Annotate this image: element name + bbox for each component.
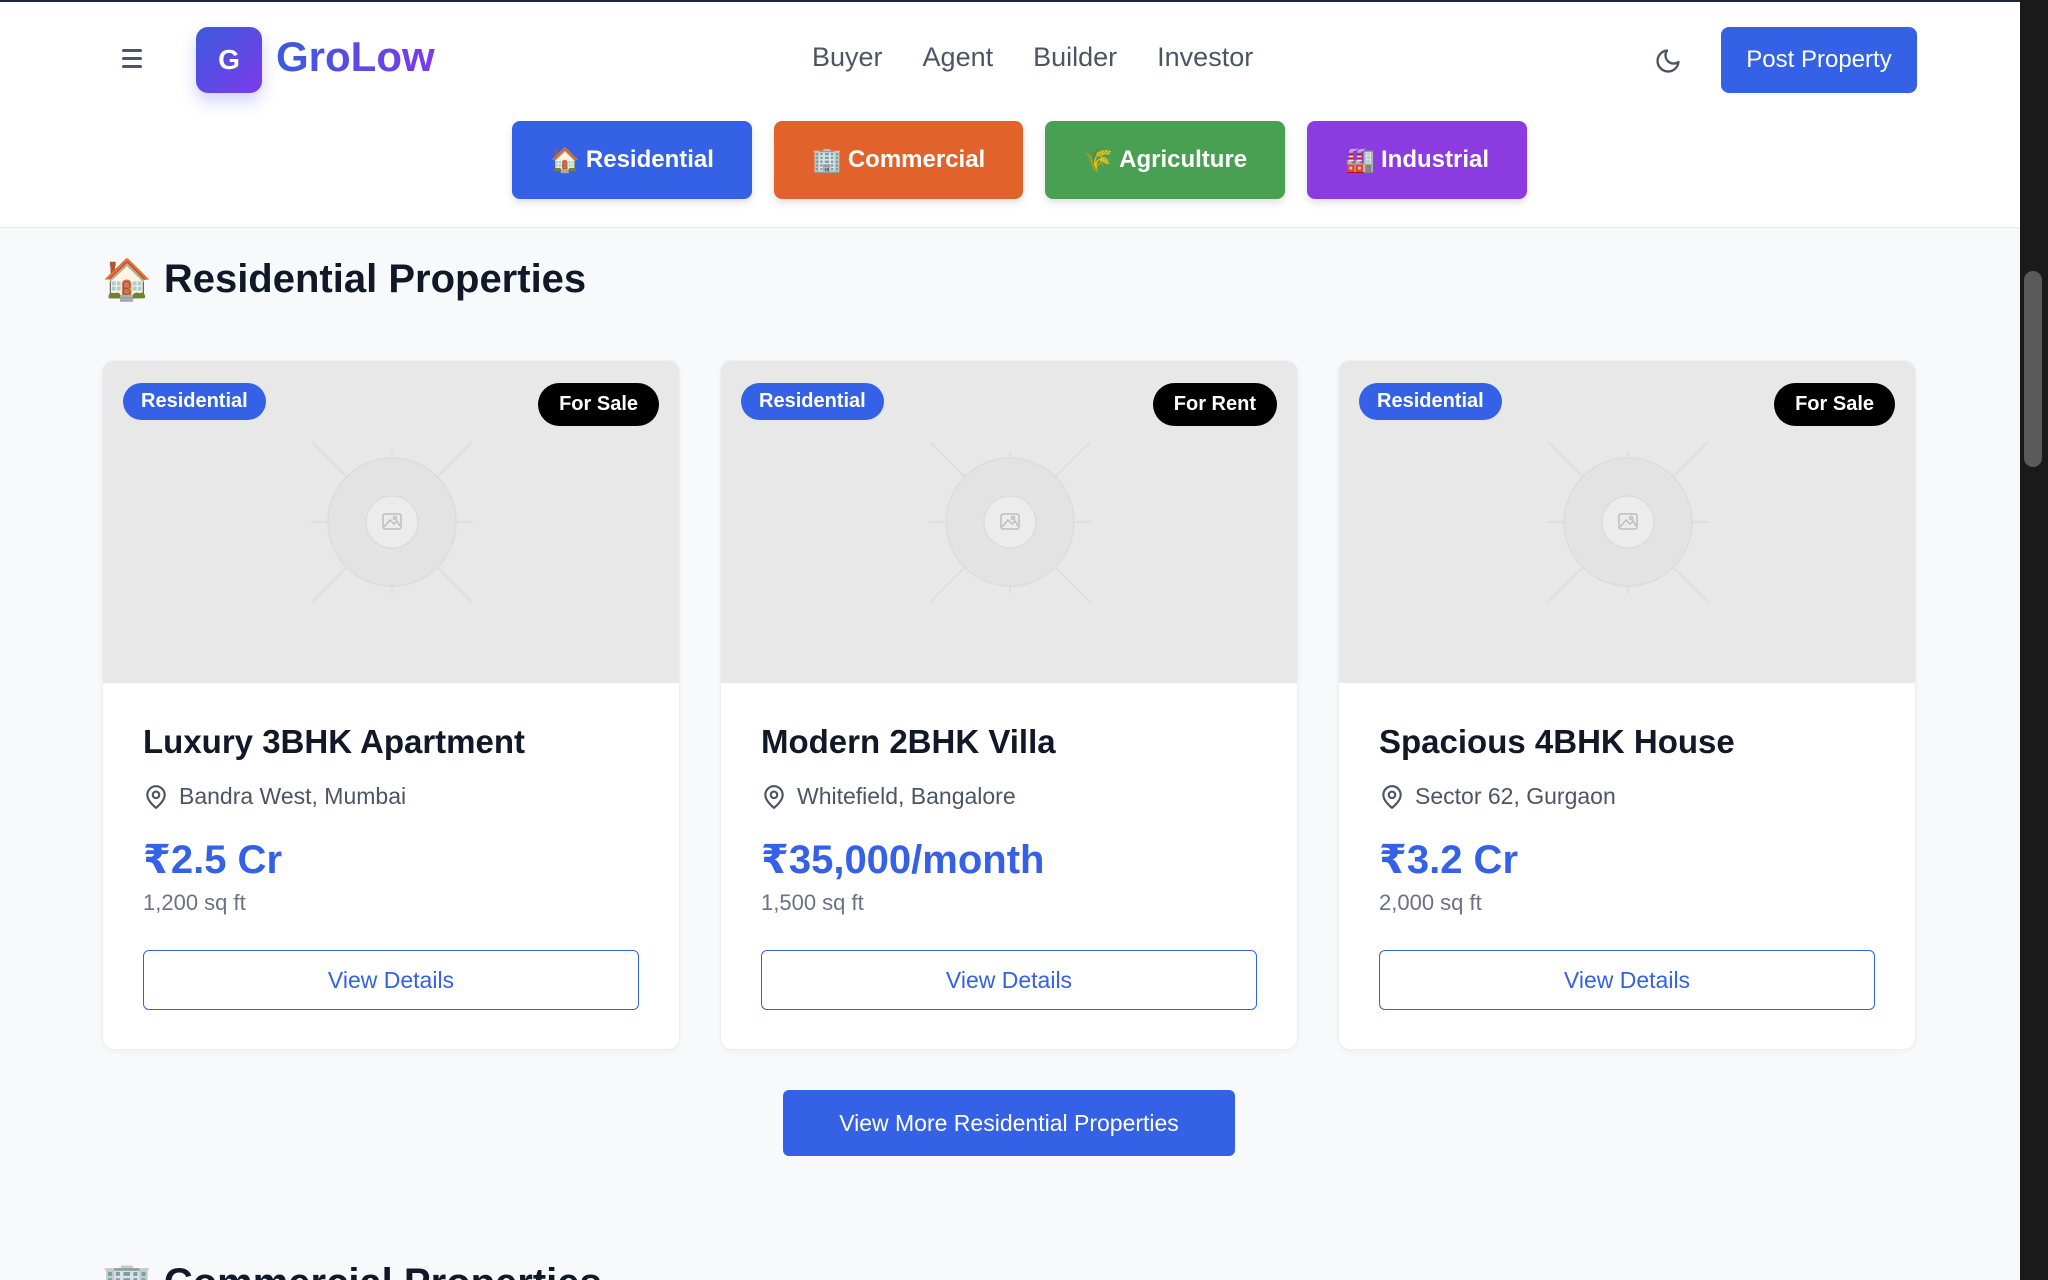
map-pin-icon <box>146 784 166 809</box>
category-label: Industrial <box>1381 146 1490 173</box>
property-title: Spacious 4BHK House <box>1379 723 1735 760</box>
property-image-placeholder: Residential For Rent <box>721 361 1297 683</box>
factory-icon: 🏭 <box>1345 146 1376 174</box>
category-label: Agriculture <box>1119 146 1248 173</box>
brand-name[interactable]: GroLow <box>276 33 435 81</box>
location-text: Whitefield, Bangalore <box>797 783 1016 809</box>
category-residential-button[interactable]: 🏠 Residential <box>512 121 752 199</box>
dark-mode-moon-icon[interactable] <box>1654 47 1682 75</box>
property-location: Sector 62, Gurgaon <box>1379 783 1875 810</box>
property-area: 1,200 sq ft <box>143 890 246 915</box>
property-card-list: Residential For Sale Luxury 3BHK Apartme… <box>102 360 1916 1050</box>
next-section-title: 🏢 Commercial Properties <box>102 1260 602 1280</box>
wheat-icon: 🌾 <box>1083 146 1114 174</box>
office-building-icon: 🏢 <box>811 146 842 174</box>
location-text: Bandra West, Mumbai <box>179 783 407 809</box>
property-area: 1,500 sq ft <box>761 890 864 915</box>
section-title: 🏠 Residential Properties <box>102 256 586 303</box>
listing-status-badge: For Sale <box>538 383 659 426</box>
post-property-button[interactable]: Post Property <box>1721 27 1917 93</box>
window-top-border <box>0 0 2020 2</box>
property-type-badge: Residential <box>123 383 266 420</box>
property-image-placeholder: Residential For Sale <box>103 361 679 683</box>
category-filter-bar: 🏠 Residential 🏢 Commercial 🌾 Agriculture… <box>512 121 1528 199</box>
category-commercial-button[interactable]: 🏢 Commercial <box>773 121 1024 199</box>
view-details-button[interactable]: View Details <box>761 950 1257 1010</box>
property-image-placeholder: Residential For Sale <box>1339 361 1915 683</box>
property-type-badge: Residential <box>741 383 884 420</box>
hamburger-menu-icon[interactable] <box>122 49 148 71</box>
category-label: Commercial <box>847 146 986 173</box>
map-pin-icon <box>1382 784 1402 809</box>
category-label: Residential <box>585 146 714 173</box>
category-agriculture-button[interactable]: 🌾 Agriculture <box>1045 121 1286 199</box>
next-section-title-text: Commercial Properties <box>164 1261 602 1280</box>
property-price: ₹2.5 Cr <box>143 838 283 882</box>
house-icon: 🏠 <box>102 258 152 302</box>
house-icon: 🏠 <box>550 146 580 174</box>
listing-status-badge: For Sale <box>1774 383 1895 426</box>
section-title-text: Residential Properties <box>163 257 587 301</box>
property-card[interactable]: Residential For Rent Modern 2BHK Villa W… <box>720 360 1298 1050</box>
main-nav: Buyer Agent Builder Investor <box>812 42 1253 73</box>
category-industrial-button[interactable]: 🏭 Industrial <box>1307 121 1528 199</box>
view-details-button[interactable]: View Details <box>1379 950 1875 1010</box>
map-pin-icon <box>764 784 784 809</box>
scrollbar-track[interactable] <box>2020 0 2048 1280</box>
property-price: ₹3.2 Cr <box>1379 838 1519 882</box>
listing-status-badge: For Rent <box>1152 383 1277 426</box>
property-location: Bandra West, Mumbai <box>143 783 639 810</box>
property-price: ₹35,000/month <box>761 838 1045 882</box>
nav-buyer[interactable]: Buyer <box>812 42 883 73</box>
view-more-residential-button[interactable]: View More Residential Properties <box>783 1090 1235 1156</box>
site-header: G GroLow Buyer Agent Builder Investor Po… <box>0 0 2020 228</box>
property-location: Whitefield, Bangalore <box>761 783 1257 810</box>
nav-builder[interactable]: Builder <box>1033 42 1117 73</box>
logo-badge[interactable]: G <box>196 27 262 93</box>
property-type-badge: Residential <box>1359 383 1502 420</box>
property-card[interactable]: Residential For Sale Spacious 4BHK House… <box>1338 360 1916 1050</box>
scrollbar-thumb[interactable] <box>2024 271 2042 467</box>
nav-investor[interactable]: Investor <box>1157 42 1253 73</box>
property-title: Modern 2BHK Villa <box>761 723 1056 760</box>
view-details-button[interactable]: View Details <box>143 950 639 1010</box>
property-area: 2,000 sq ft <box>1379 890 1482 915</box>
office-building-icon: 🏢 <box>102 1260 152 1280</box>
nav-agent[interactable]: Agent <box>923 42 994 73</box>
property-title: Luxury 3BHK Apartment <box>143 723 525 760</box>
location-text: Sector 62, Gurgaon <box>1415 783 1616 809</box>
property-card[interactable]: Residential For Sale Luxury 3BHK Apartme… <box>102 360 680 1050</box>
